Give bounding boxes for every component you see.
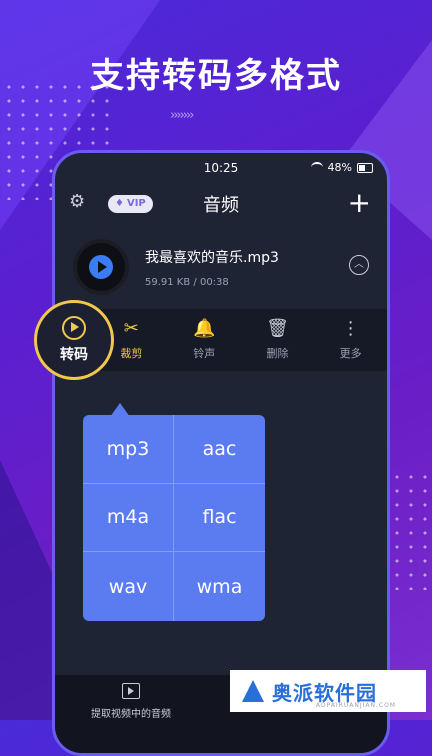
- action-ringtone-label: 铃声: [193, 347, 216, 360]
- transcode-label: 转码: [60, 347, 88, 363]
- diamond-icon: ♦: [115, 198, 124, 209]
- battery-level: 48%: [327, 161, 352, 174]
- headline: 支持转码多格式: [90, 56, 342, 96]
- battery-icon: [357, 162, 373, 173]
- transcode-button[interactable]: 转码: [34, 300, 114, 380]
- status-bar: 10:25 48%: [55, 153, 387, 183]
- audio-file-item[interactable]: 我最喜欢的音乐.mp3 59.91 KB / 00:38 ︿: [55, 229, 387, 305]
- action-more-label: 更多: [339, 347, 362, 360]
- format-option-wav[interactable]: wav: [83, 552, 174, 621]
- format-menu: mp3 aac m4a flac wav wma: [83, 415, 265, 621]
- play-icon[interactable]: [89, 255, 113, 279]
- app-bar: ⚙ ♦ VIP 音频 +: [55, 183, 387, 225]
- more-vertical-icon: ⋮: [341, 318, 360, 339]
- scissors-icon: ✂: [123, 318, 139, 339]
- wifi-icon: [310, 162, 323, 173]
- transcode-icon: [62, 316, 86, 340]
- watermark-subtext: AOPAIRUANJIAN.COM: [315, 702, 396, 709]
- action-cut-label: 裁剪: [120, 347, 143, 360]
- format-option-flac[interactable]: flac: [174, 484, 265, 553]
- trash-icon: 🗑: [266, 318, 289, 339]
- action-cut[interactable]: ✂ 裁剪: [120, 319, 142, 361]
- format-option-m4a[interactable]: m4a: [83, 483, 174, 553]
- video-icon: [122, 683, 140, 699]
- extract-audio-label: 提取视频中的音频: [91, 709, 171, 720]
- vip-label: VIP: [126, 198, 146, 209]
- phone-frame: 10:25 48% ⚙ ♦ VIP 音频 + 我最喜欢的音乐.mp3 59.91…: [52, 150, 390, 756]
- chevron-up-icon[interactable]: ︿: [349, 255, 369, 275]
- gear-icon[interactable]: ⚙: [69, 193, 87, 211]
- format-option-wma[interactable]: wma: [174, 552, 265, 621]
- action-more[interactable]: ⋮ 更多: [340, 319, 362, 361]
- page-title: 音频: [203, 195, 239, 216]
- vip-badge[interactable]: ♦ VIP: [108, 195, 153, 213]
- action-ringtone[interactable]: 🔔 铃声: [193, 319, 215, 361]
- file-meta: 59.91 KB / 00:38: [145, 277, 229, 288]
- file-name: 我最喜欢的音乐.mp3: [145, 250, 279, 266]
- action-delete[interactable]: 🗑 删除: [266, 319, 289, 361]
- status-time: 10:25: [203, 161, 239, 175]
- chevron-decor: ›››››››: [170, 108, 194, 123]
- vinyl-disc-icon: [73, 239, 129, 295]
- extract-audio-button[interactable]: 提取视频中的音频: [91, 683, 171, 720]
- bell-icon: 🔔: [193, 318, 216, 339]
- add-button[interactable]: +: [348, 189, 371, 217]
- watermark: 奥派软件园 AOPAIRUANJIAN.COM: [230, 670, 426, 712]
- format-option-mp3[interactable]: mp3: [83, 415, 174, 484]
- site-logo-icon: [240, 678, 266, 704]
- action-delete-label: 删除: [266, 347, 289, 360]
- format-option-aac[interactable]: aac: [174, 415, 265, 484]
